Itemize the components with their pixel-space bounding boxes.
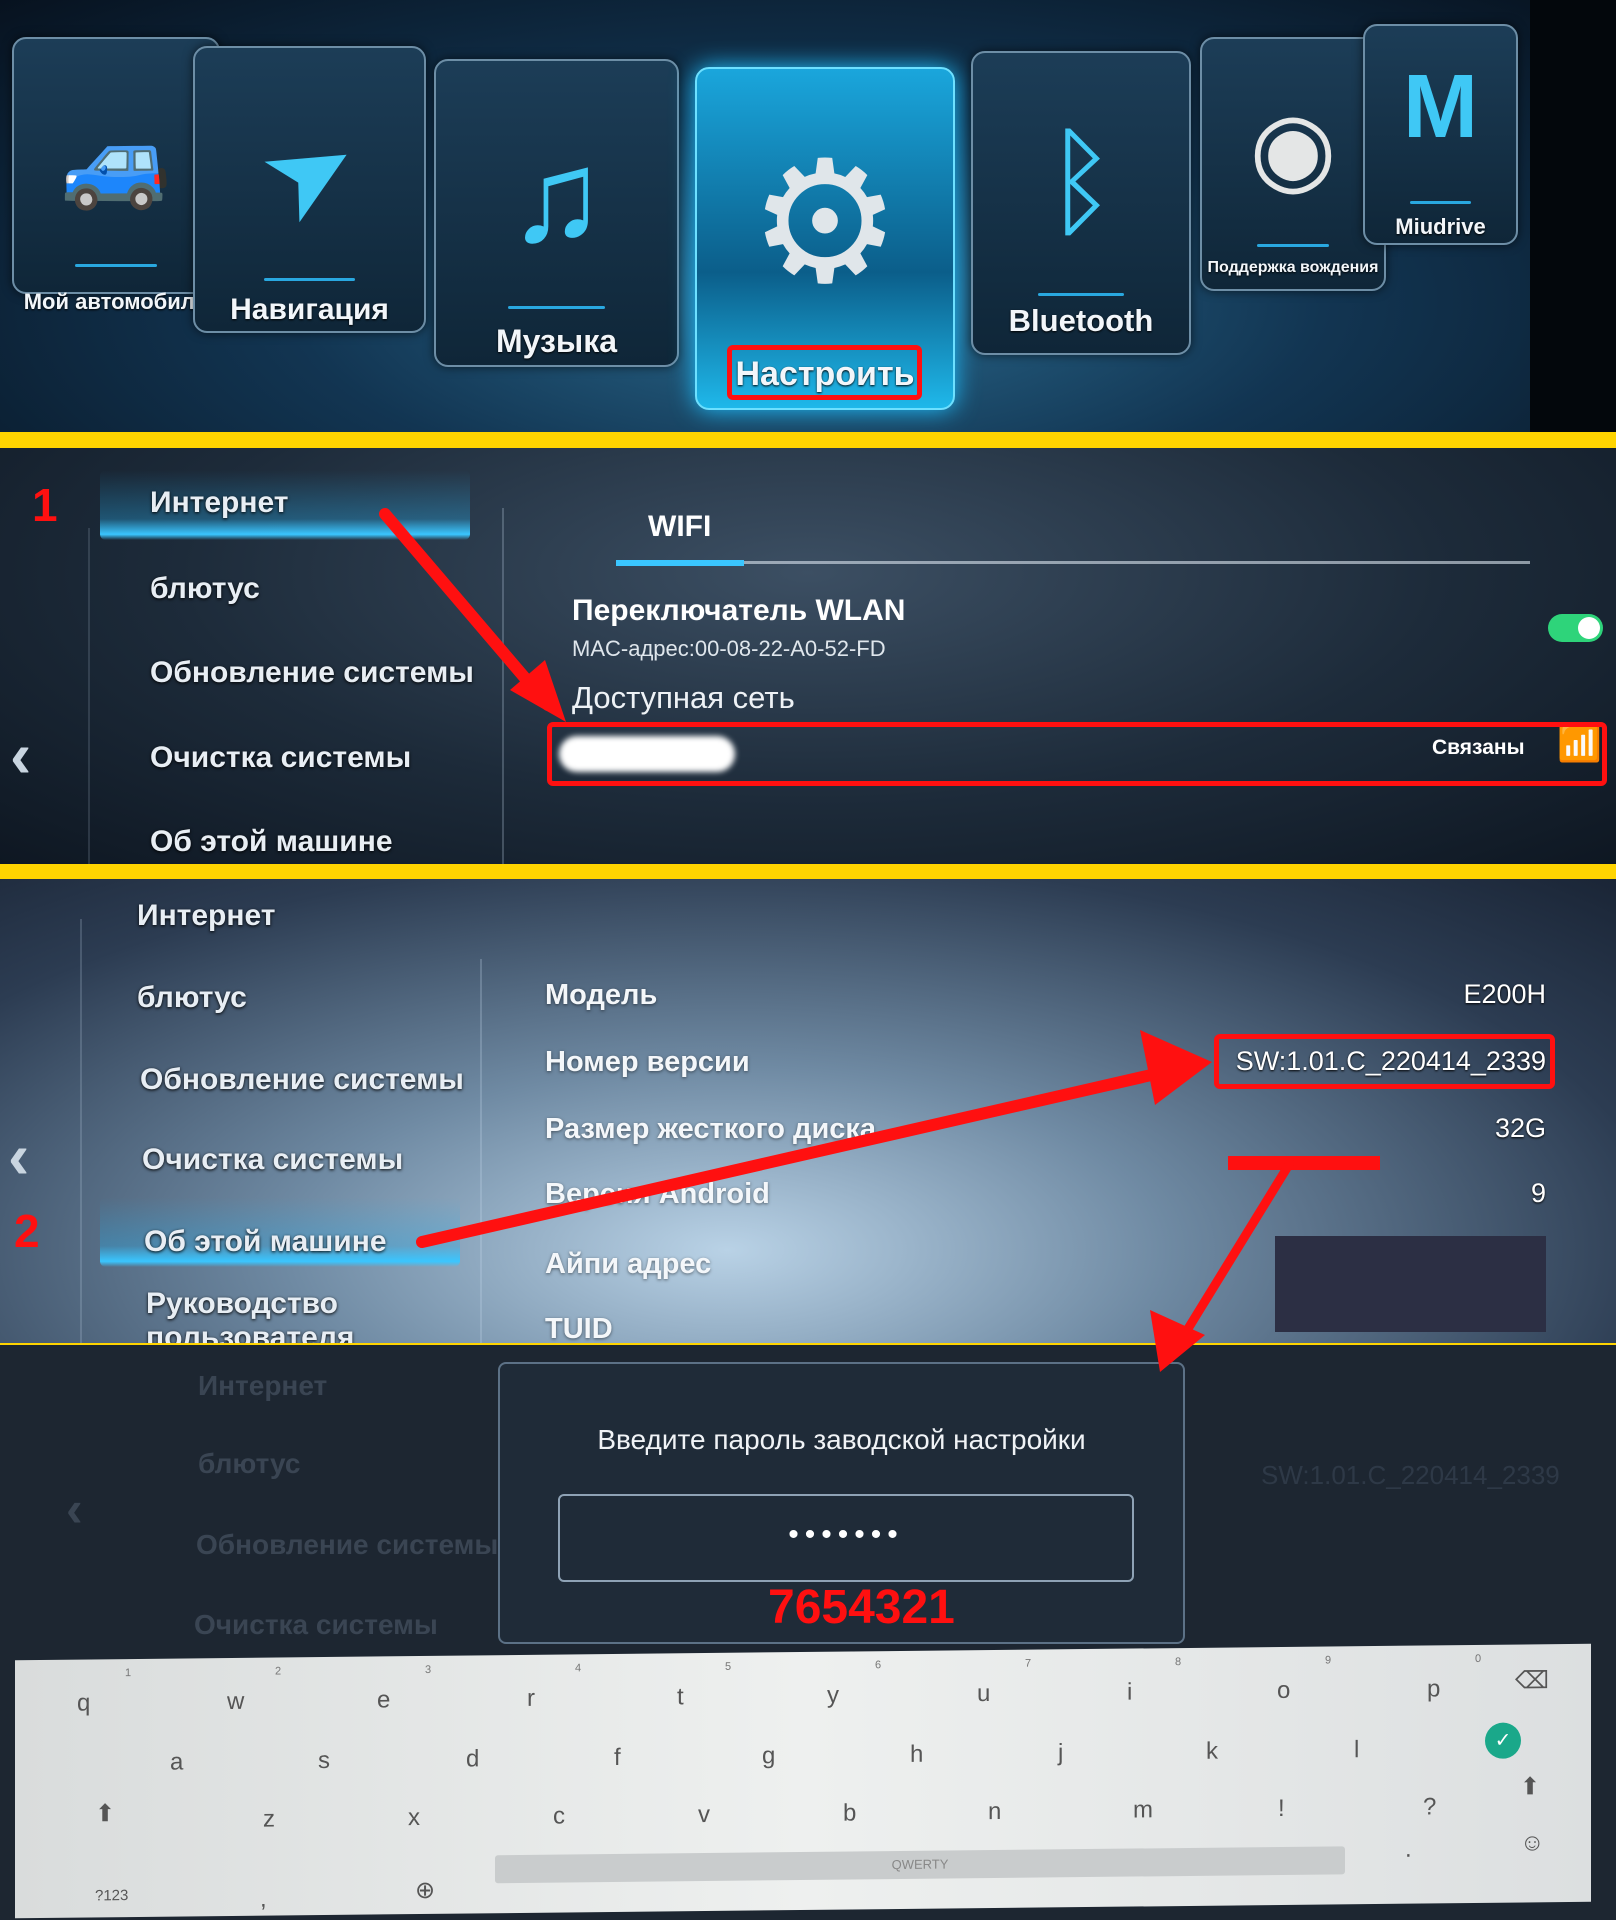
annotation-arrows bbox=[379, 508, 1380, 1372]
arrowhead bbox=[1140, 1030, 1212, 1105]
arrow-to-version bbox=[416, 1059, 1201, 1248]
arrow-to-network bbox=[379, 508, 554, 711]
